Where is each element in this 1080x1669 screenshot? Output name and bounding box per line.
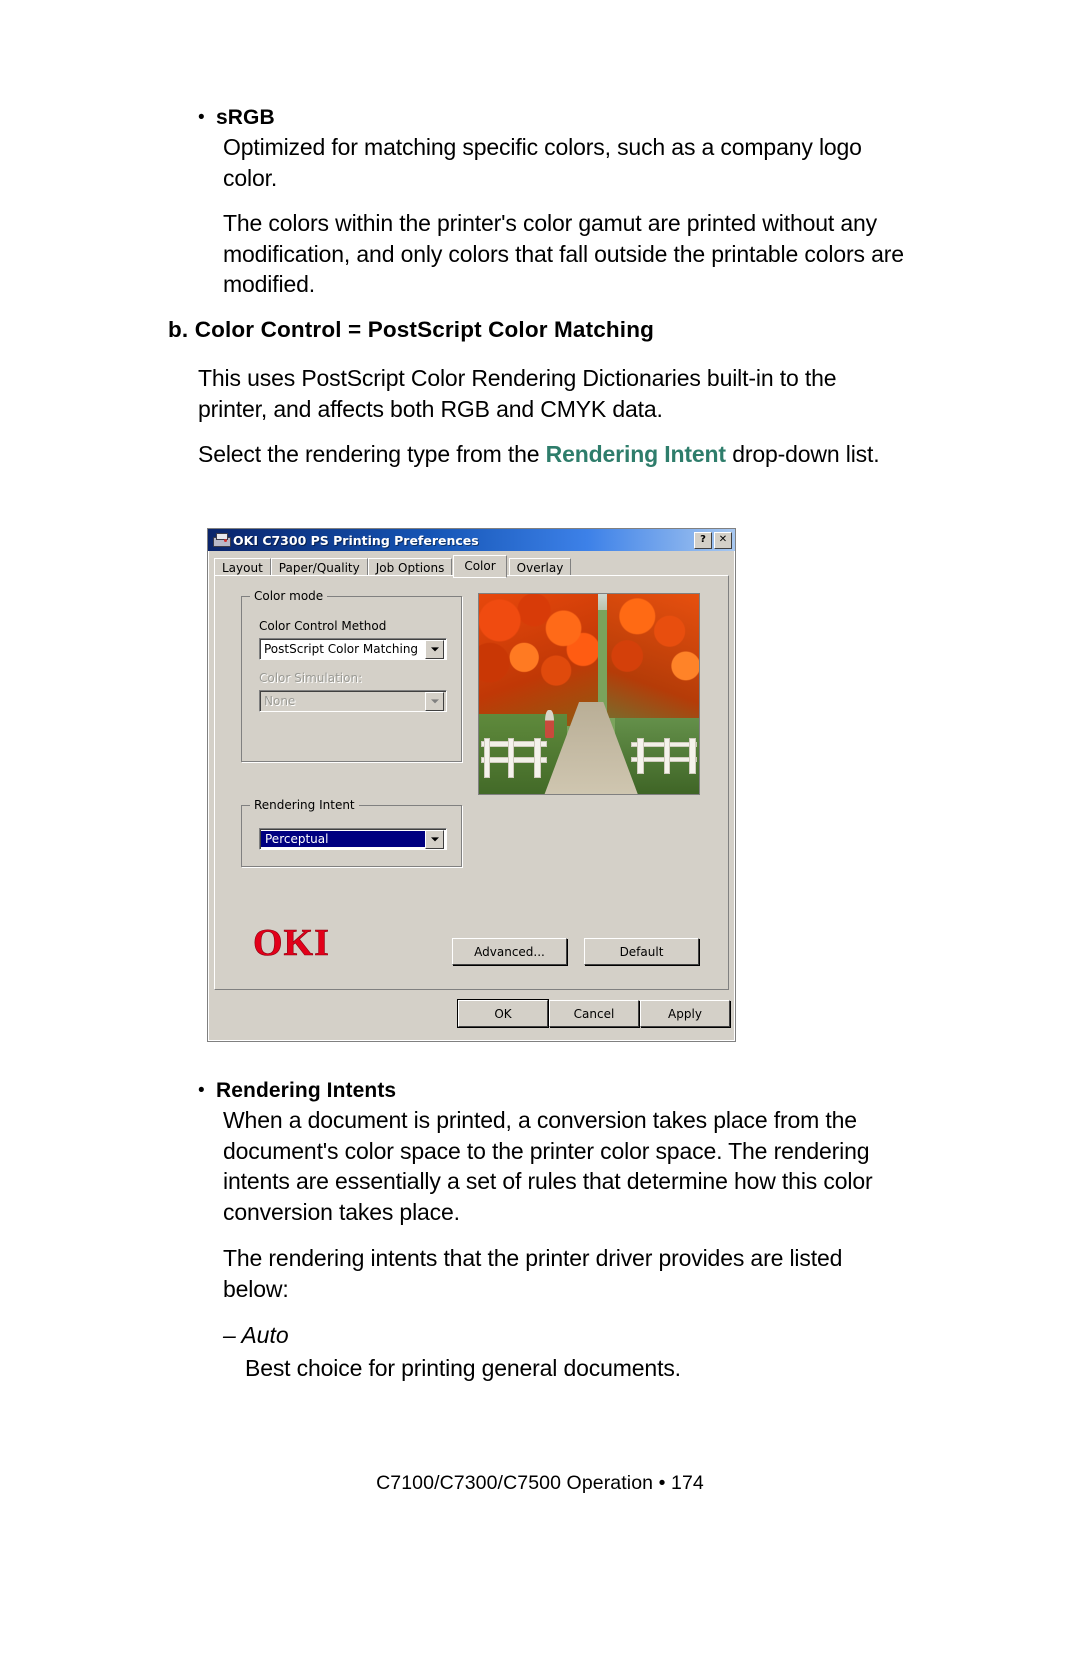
auto-item-description: Best choice for printing general documen… xyxy=(245,1355,681,1381)
bullet-dot-icon: • xyxy=(198,107,205,128)
person-figure xyxy=(545,710,554,738)
oki-logo: OKI xyxy=(253,922,330,965)
color-mode-group-label: Color mode xyxy=(250,589,328,603)
tabstrip: Layout Paper/Quality Job Options Color O… xyxy=(214,555,729,578)
close-icon[interactable]: ✕ xyxy=(714,532,732,549)
fence-left xyxy=(481,738,548,778)
srgb-bullet-row: • sRGB xyxy=(198,103,898,133)
bullet-dot-icon: • xyxy=(198,1080,205,1101)
chevron-down-icon[interactable] xyxy=(425,639,444,659)
color-tab-panel: Color mode Color Control Method PostScri… xyxy=(214,575,729,990)
auto-item-label: – Auto xyxy=(223,1322,289,1348)
dialog-titlebar[interactable]: OKI C7300 PS Printing Preferences ? ✕ xyxy=(208,529,735,551)
body-paragraph-2: Select the rendering type from the Rende… xyxy=(198,439,888,470)
srgb-paragraph-1: Optimized for matching specific colors, … xyxy=(223,134,862,191)
rendering-intent-value: Perceptual xyxy=(261,831,425,847)
tab-color[interactable]: Color xyxy=(453,555,507,578)
body-paragraph-1: This uses PostScript Color Rendering Dic… xyxy=(198,365,837,422)
default-button[interactable]: Default xyxy=(584,938,699,965)
dialog-title: OKI C7300 PS Printing Preferences xyxy=(233,532,479,548)
cancel-button[interactable]: Cancel xyxy=(549,1000,639,1027)
rendering-intents-bullet-row: • Rendering Intents xyxy=(198,1076,898,1106)
chevron-down-icon[interactable] xyxy=(425,829,444,849)
body-paragraph-2-post: drop-down list. xyxy=(725,441,880,467)
advanced-button[interactable]: Advanced... xyxy=(452,938,567,965)
section-heading-b: b. Color Control = PostScript Color Matc… xyxy=(168,317,654,342)
printing-preferences-dialog[interactable]: OKI C7300 PS Printing Preferences ? ✕ La… xyxy=(207,528,736,1042)
rendering-intents-paragraph-1: When a document is printed, a conversion… xyxy=(223,1107,873,1225)
chevron-down-icon[interactable] xyxy=(425,691,444,711)
rendering-intents-label: Rendering Intents xyxy=(216,1079,397,1102)
color-simulation-label: Color Simulation: xyxy=(259,671,363,685)
document-page: • sRGB Optimized for matching specific c… xyxy=(0,0,1080,1669)
rendering-intents-paragraph-2: The rendering intents that the printer d… xyxy=(223,1245,843,1302)
color-control-method-value: PostScript Color Matching xyxy=(264,642,419,656)
color-simulation-value: None xyxy=(264,694,296,708)
printer-icon xyxy=(213,532,231,548)
rendering-intent-combobox[interactable]: Perceptual xyxy=(259,828,447,850)
rendering-intent-link: Rendering Intent xyxy=(545,441,726,467)
titlebar-buttons: ? ✕ xyxy=(694,532,732,549)
apply-button[interactable]: Apply xyxy=(640,1000,730,1027)
body-paragraph-2-pre: Select the rendering type from the xyxy=(198,441,546,467)
page-footer: C7100/C7300/C7500 Operation • 174 xyxy=(376,1472,704,1494)
srgb-paragraph-2: The colors within the printer's color ga… xyxy=(223,210,904,297)
rendering-intent-group-label: Rendering Intent xyxy=(250,798,359,812)
color-simulation-combobox[interactable]: None xyxy=(259,690,447,712)
fence-right xyxy=(630,738,697,774)
color-control-method-combobox[interactable]: PostScript Color Matching xyxy=(259,638,447,660)
srgb-bullet-label: sRGB xyxy=(216,106,275,129)
help-button[interactable]: ? xyxy=(694,532,712,549)
preview-image xyxy=(478,593,700,795)
color-control-method-label: Color Control Method xyxy=(259,619,387,633)
ok-button[interactable]: OK xyxy=(458,1000,548,1027)
